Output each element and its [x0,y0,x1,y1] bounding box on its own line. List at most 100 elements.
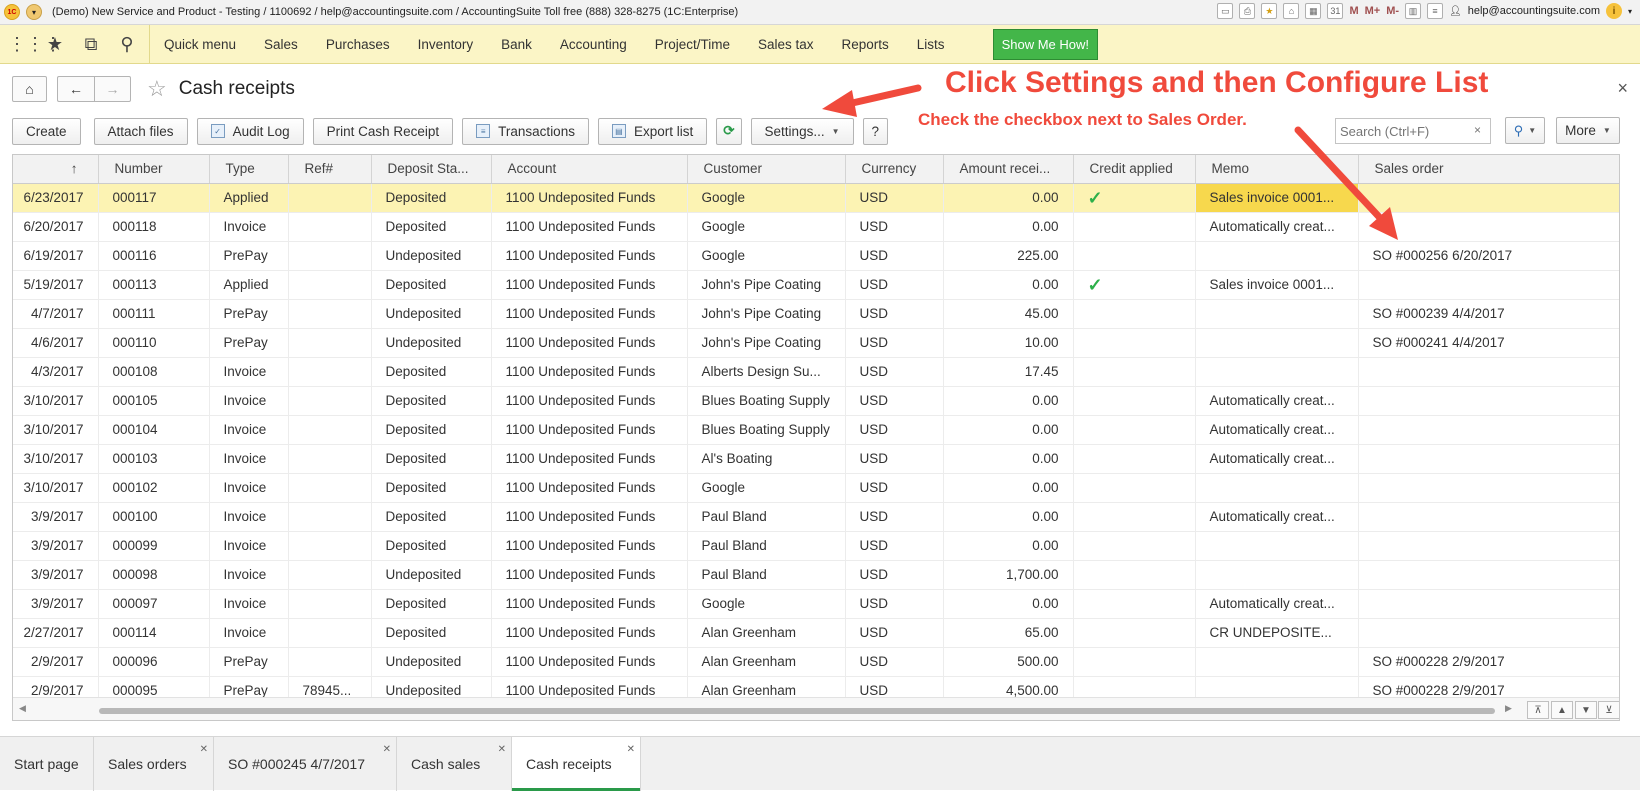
main-menu-dropdown-icon[interactable]: ▾ [26,4,42,20]
attach-files-button[interactable]: Attach files [93,117,188,145]
app-logo-icon[interactable]: 1C [4,4,20,20]
table-row[interactable]: 2/9/2017 000096 PrePay Undeposited 1100 Unde… [13,647,1619,677]
refresh-button[interactable]: ⟳ [716,117,742,145]
table-row[interactable]: 3/9/2017 000097 Invoice Deposited 1100 Undep… [13,589,1619,619]
close-form-icon[interactable]: × [1617,78,1628,99]
col-memo[interactable]: Memo [1195,155,1359,184]
history-icon[interactable]: ⧉ [80,34,102,55]
col-number[interactable]: Number [98,155,210,184]
nav-quick-menu[interactable]: Quick menu [164,37,236,52]
nav-inventory[interactable]: Inventory [418,37,474,52]
tab-sales-order-000245[interactable]: SO #000245 4/7/2017 ✕ [214,737,397,791]
nav-bank[interactable]: Bank [501,37,532,52]
nav-lists[interactable]: Lists [917,37,945,52]
close-tab-icon[interactable]: ✕ [498,744,506,755]
print-icon[interactable]: ⎙ [1239,3,1256,19]
settings-button[interactable]: Settings... ▼ [750,117,854,145]
table-row[interactable]: 6/19/2017 000116 PrePay Undeposited 1100 Und… [13,241,1619,271]
table-row[interactable]: 3/9/2017 000098 Invoice Undeposited 1100 Und… [13,560,1619,590]
col-deposit-status[interactable]: Deposit Sta... [371,155,492,184]
nav-accounting[interactable]: Accounting [560,37,627,52]
scroll-left-icon[interactable]: ◀ [19,703,26,714]
link-icon[interactable]: ⌂ [1283,3,1300,19]
table-row[interactable]: 2/27/2017 000114 Invoice Deposited 1100 Unde… [13,618,1619,648]
tab-start-page[interactable]: Start page [0,737,94,791]
table-row[interactable]: 4/6/2017 000110 PrePay Undeposited 1100 Unde… [13,328,1619,358]
favorites-star-icon[interactable]: ★ [44,34,66,55]
col-type[interactable]: Type [209,155,289,184]
search-options-button[interactable]: ⚲ ▼ [1505,117,1545,144]
tab-cash-sales[interactable]: Cash sales ✕ [397,737,512,791]
col-sales-order[interactable]: Sales order [1358,155,1619,184]
table-row[interactable]: 3/10/2017 000102 Invoice Deposited 1100 Unde… [13,473,1619,503]
search-input[interactable] [1335,118,1491,144]
table-row[interactable]: 3/10/2017 000104 Invoice Deposited 1100 Unde… [13,415,1619,445]
export-list-button[interactable]: ▤ Export list [597,117,708,145]
memory-m-button[interactable]: M [1349,5,1358,17]
memory-m-plus-button[interactable]: M+ [1365,5,1381,17]
col-customer[interactable]: Customer [687,155,846,184]
table-row[interactable]: 3/9/2017 000100 Invoice Deposited 1100 Undep… [13,502,1619,532]
first-page-icon[interactable]: ⊼ [1527,701,1549,719]
table-row[interactable]: 4/3/2017 000108 Invoice Deposited 1100 Undep… [13,357,1619,387]
info-icon[interactable]: i [1605,3,1622,19]
last-page-icon[interactable]: ⊻ [1598,701,1619,719]
calendar-icon[interactable]: 31 [1327,3,1344,19]
close-tab-icon[interactable]: ✕ [627,744,635,755]
create-button[interactable]: Create [12,117,81,145]
scrollbar-thumb[interactable] [99,708,1495,714]
calculator-icon[interactable]: ▦ [1305,3,1322,19]
menu-icon[interactable]: ≡ [1427,3,1444,19]
table-row[interactable]: 6/23/2017 000117 Applied Deposited 1100 Unde… [13,183,1619,213]
checkmark-icon: ✓ [1087,187,1103,208]
close-tab-icon[interactable]: ✕ [383,744,391,755]
col-account[interactable]: Account [491,155,688,184]
info-dropdown-icon[interactable]: ▾ [1628,7,1632,16]
home-button[interactable]: ⌂ [12,76,47,102]
page-down-icon[interactable]: ▼ [1575,701,1597,719]
favorites-add-icon[interactable]: ★ [1261,3,1278,19]
cell-date: 6/19/2017 [13,241,99,271]
nav-project-time[interactable]: Project/Time [655,37,730,52]
print-cash-receipt-button[interactable]: Print Cash Receipt [312,117,454,145]
save-icon[interactable]: ▭ [1217,3,1234,19]
scroll-right-icon[interactable]: ▶ [1505,703,1512,714]
table-row[interactable]: 3/10/2017 000103 Invoice Deposited 1100 Unde… [13,444,1619,474]
col-currency[interactable]: Currency [845,155,944,184]
nav-reports[interactable]: Reports [842,37,889,52]
tab-sales-orders[interactable]: Sales orders ✕ [94,737,214,791]
nav-sales-tax[interactable]: Sales tax [758,37,814,52]
clear-search-icon[interactable]: × [1474,123,1481,137]
user-email[interactable]: help@accountingsuite.com [1468,5,1600,17]
horizontal-scrollbar[interactable]: ◀ ▶ ⊼ ▲ ▼ ⊻ [13,697,1619,720]
show-me-how-button[interactable]: Show Me How! [992,28,1098,60]
col-ref[interactable]: Ref# [288,155,372,184]
col-credit-applied[interactable]: Credit applied [1073,155,1196,184]
forward-button[interactable]: → [94,76,131,102]
table-row[interactable]: 6/20/2017 000118 Invoice Deposited 1100 Unde… [13,212,1619,242]
nav-sales[interactable]: Sales [264,37,298,52]
more-button[interactable]: More ▼ [1556,117,1620,144]
transactions-button[interactable]: ≡ Transactions [462,117,589,145]
col-date[interactable]: ↑ [13,155,99,184]
annotation-headline: Click Settings and then Configure List [945,66,1489,99]
close-tab-icon[interactable]: ✕ [200,744,208,755]
panels-icon[interactable]: ▥ [1405,3,1422,19]
nav-purchases[interactable]: Purchases [326,37,390,52]
audit-log-button[interactable]: ✓ Audit Log [196,117,304,145]
page-up-icon[interactable]: ▲ [1551,701,1573,719]
table-row[interactable]: 3/10/2017 000105 Invoice Deposited 1100 Unde… [13,386,1619,416]
apps-grid-icon[interactable]: ⋮⋮⋮ [8,34,62,55]
tab-cash-receipts[interactable]: Cash receipts ✕ [512,737,641,791]
favorite-star-icon[interactable]: ☆ [147,76,167,102]
memory-m-minus-button[interactable]: M- [1386,5,1399,17]
cell-deposit-status: Deposited [371,473,492,503]
help-button[interactable]: ? [862,117,889,145]
table-row[interactable]: 3/9/2017 000099 Invoice Deposited 1100 Undep… [13,531,1619,561]
cell-account: 1100 Undeposited Funds [491,589,688,619]
table-row[interactable]: 4/7/2017 000111 PrePay Undeposited 1100 Unde… [13,299,1619,329]
table-row[interactable]: 5/19/2017 000113 Applied Deposited 1100 Unde… [13,270,1619,300]
col-amount-received[interactable]: Amount recei... [943,155,1074,184]
search-icon[interactable]: ⚲ [116,34,138,55]
back-button[interactable]: ← [57,76,94,102]
